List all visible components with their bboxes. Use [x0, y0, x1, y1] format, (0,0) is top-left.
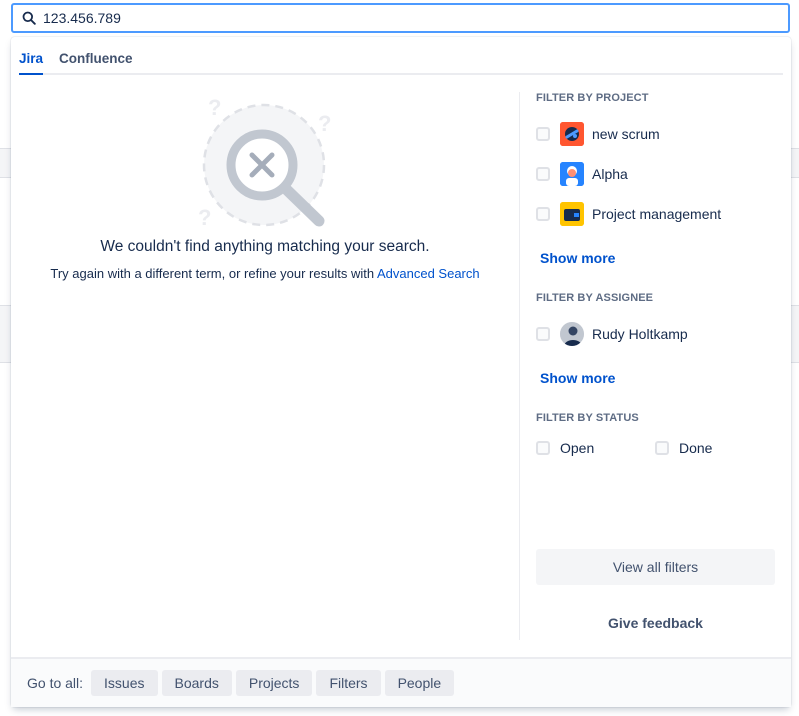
tab-confluence[interactable]: Confluence	[59, 51, 133, 73]
svg-text:?: ?	[208, 97, 221, 120]
give-feedback-button[interactable]: Give feedback	[536, 615, 775, 631]
filter-project-item[interactable]: Alpha	[536, 154, 776, 194]
filter-project-item[interactable]: Project management	[536, 194, 776, 234]
filter-status-heading: FILTER BY STATUS	[536, 412, 639, 424]
svg-text:?: ?	[318, 111, 331, 136]
go-to-filters-button[interactable]: Filters	[316, 670, 381, 696]
column-divider	[519, 92, 520, 640]
filter-assignee-label: Rudy Holtkamp	[592, 326, 688, 342]
checkbox[interactable]	[655, 441, 669, 455]
filter-status-label: Open	[560, 440, 595, 456]
go-to-all-footer: Go to all: Issues Boards Projects Filter…	[11, 657, 791, 707]
svg-text:?: ?	[198, 205, 211, 227]
filter-status-item[interactable]: Open	[536, 440, 655, 456]
filter-status-label: Done	[679, 440, 713, 456]
go-to-all-label: Go to all:	[27, 675, 84, 691]
filter-status-item[interactable]: Done	[655, 440, 774, 456]
filter-project-label: Project management	[592, 206, 722, 222]
checkbox[interactable]	[536, 127, 550, 141]
filter-status-list: Open Done	[536, 428, 776, 468]
empty-state-subtitle-text: Try again with a different term, or refi…	[50, 266, 377, 281]
advanced-search-link[interactable]: Advanced Search	[377, 266, 480, 281]
project-scrum-icon	[560, 122, 584, 146]
filter-project-item[interactable]: new scrum	[536, 114, 776, 154]
filter-assignee-heading: FILTER BY ASSIGNEE	[536, 292, 654, 304]
no-results-illustration: ? ? ?	[198, 97, 331, 227]
search-icon	[21, 10, 37, 26]
go-to-projects-button[interactable]: Projects	[235, 670, 313, 696]
search-bar[interactable]	[11, 3, 790, 33]
empty-state-title: We couldn't find anything matching your …	[100, 238, 430, 255]
checkbox[interactable]	[536, 441, 550, 455]
empty-state-subtitle: Try again with a different term, or refi…	[11, 266, 519, 281]
show-more-assignees-button[interactable]: Show more	[540, 370, 615, 386]
product-tabs: Jira Confluence	[19, 51, 783, 75]
view-all-filters-button[interactable]: View all filters	[536, 549, 775, 585]
search-results-panel: Jira Confluence ? ? ? We couldn't find a…	[11, 37, 791, 707]
go-to-boards-button[interactable]: Boards	[161, 670, 232, 696]
show-more-projects-button[interactable]: Show more	[540, 250, 615, 266]
tab-jira[interactable]: Jira	[19, 51, 44, 75]
checkbox[interactable]	[536, 207, 550, 221]
user-avatar	[560, 322, 584, 346]
filter-assignee-item[interactable]: Rudy Holtkamp	[536, 314, 776, 354]
filter-project-heading: FILTER BY PROJECT	[536, 92, 649, 104]
filter-project-label: new scrum	[592, 126, 660, 142]
project-alpha-icon	[560, 162, 584, 186]
filter-project-label: Alpha	[592, 166, 628, 182]
checkbox[interactable]	[536, 167, 550, 181]
project-management-icon	[560, 202, 584, 226]
checkbox[interactable]	[536, 327, 550, 341]
go-to-people-button[interactable]: People	[384, 670, 455, 696]
search-input[interactable]	[43, 10, 743, 26]
go-to-issues-button[interactable]: Issues	[91, 670, 158, 696]
filters-sidebar: FILTER BY PROJECT new scrum Alpha Projec…	[536, 92, 776, 468]
